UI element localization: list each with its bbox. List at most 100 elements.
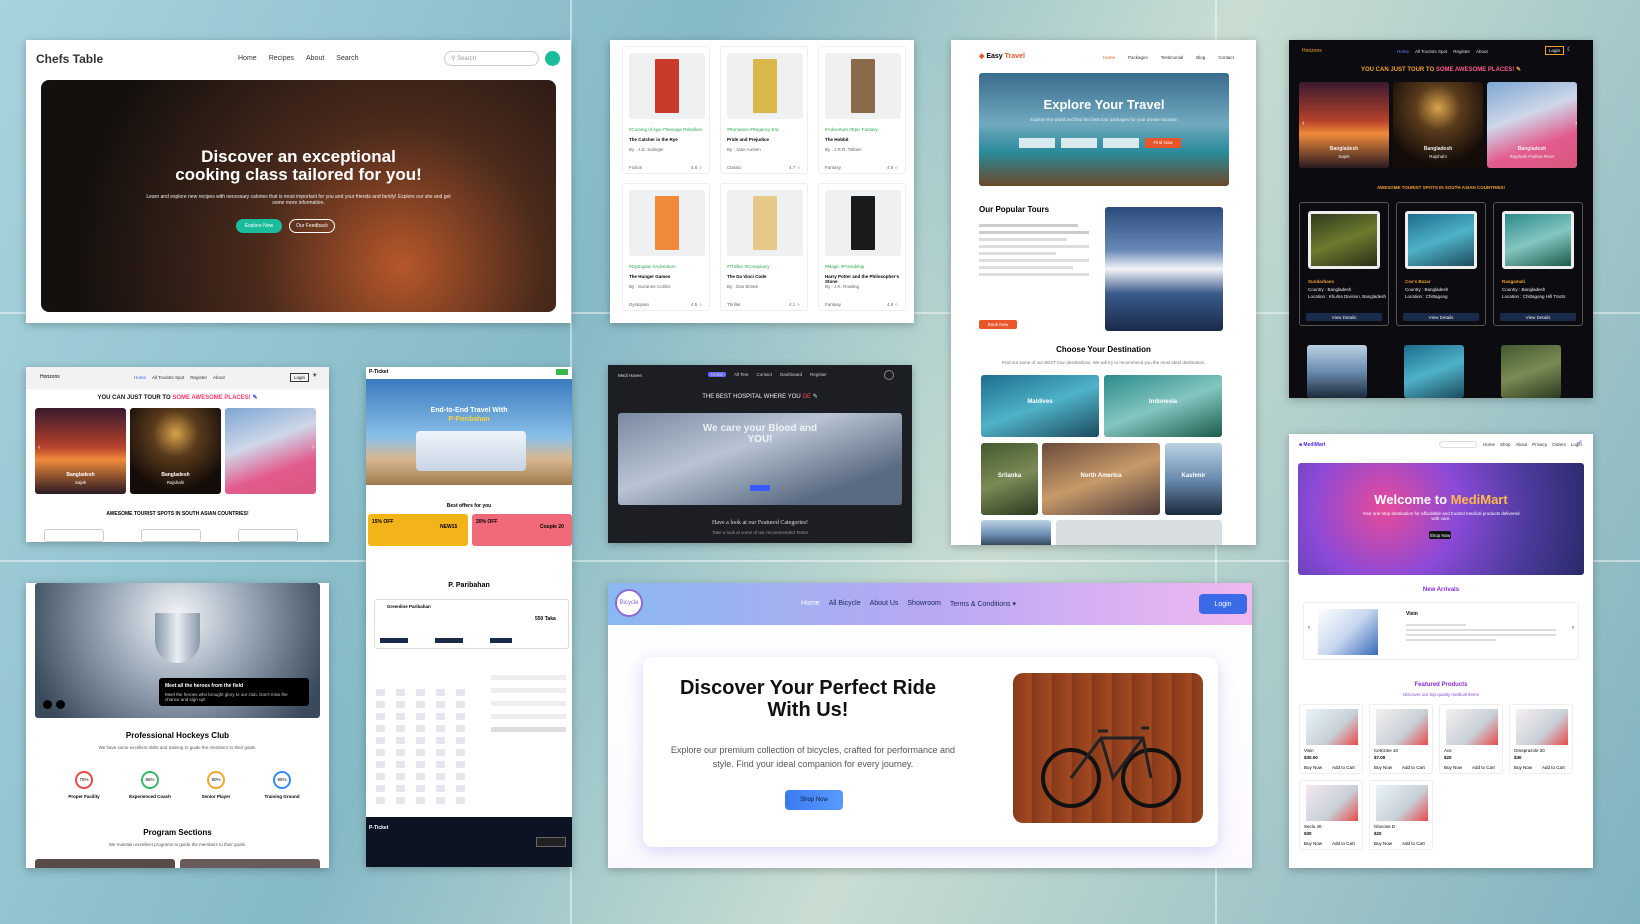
nav-orders[interactable]: Orders [1552, 442, 1566, 447]
seat[interactable] [456, 785, 465, 792]
seat[interactable] [436, 689, 445, 696]
seat[interactable] [416, 785, 425, 792]
search-field-date[interactable] [1061, 138, 1097, 148]
nav-dashboard[interactable]: Dashboard [780, 372, 802, 377]
find-now-button[interactable]: Find Now [1145, 138, 1181, 148]
offer-card-2[interactable]: 20% OFF Couple 20 [472, 514, 572, 546]
seat[interactable] [436, 785, 445, 792]
seat[interactable] [416, 761, 425, 768]
horizons-logo[interactable]: Horizons [1302, 48, 1322, 54]
book-card[interactable]: #Dystopian #Adventure The Hunger Games B… [622, 183, 710, 311]
seat[interactable] [436, 713, 445, 720]
login-button[interactable]: Login [1545, 46, 1565, 55]
nav-spots[interactable]: All Tourists Spot [1415, 49, 1447, 54]
seat[interactable] [376, 797, 385, 804]
seat[interactable] [456, 713, 465, 720]
view-details-button[interactable]: View Details [1403, 313, 1479, 321]
seat[interactable] [396, 725, 405, 732]
seat[interactable] [396, 713, 405, 720]
seat[interactable] [376, 749, 385, 756]
buy-now-button[interactable]: Buy Now [1374, 765, 1392, 770]
nav-home[interactable]: Home [1483, 442, 1495, 447]
spot-card[interactable] [141, 529, 201, 542]
nav-contact[interactable]: Contact [756, 372, 772, 377]
offer-card-1[interactable]: 15% OFF NEW15 [368, 514, 468, 546]
seat[interactable] [416, 749, 425, 756]
arrival-card[interactable]: Visin ‹ › [1303, 602, 1579, 660]
nav-search[interactable]: Search [336, 55, 358, 62]
our-feedback-button[interactable]: Our Feedback [289, 219, 335, 233]
book-card[interactable]: #Adventure #Epic Fantasy The Hobbit By :… [818, 46, 906, 174]
seat[interactable] [456, 761, 465, 768]
buy-now-button[interactable]: Buy Now [1304, 765, 1322, 770]
dest-kashmir[interactable]: Kashmir [1165, 443, 1222, 515]
nav-home[interactable]: Home [1397, 49, 1409, 54]
nav-about[interactable]: About [1516, 442, 1528, 447]
seat[interactable] [436, 749, 445, 756]
chefs-logo[interactable]: Chefs Table [36, 52, 103, 66]
next-icon[interactable]: › [1572, 625, 1574, 631]
dest-maldives[interactable]: Maldives [981, 375, 1099, 437]
seat[interactable] [456, 797, 465, 804]
product-card[interactable]: Glucose D $20 Buy Now Add to Cart [1369, 780, 1433, 850]
seat[interactable] [416, 725, 425, 732]
seat[interactable] [416, 737, 425, 744]
moon-icon[interactable]: ☾ [1567, 46, 1572, 53]
add-to-cart-button[interactable]: Add to Cart [1402, 765, 1425, 770]
nav-register[interactable]: Register [1453, 49, 1470, 54]
book-card[interactable]: #Magic #Friendship Harry Potter and the … [818, 183, 906, 311]
seat[interactable] [416, 701, 425, 708]
nav-about[interactable]: About [306, 55, 324, 62]
seat[interactable] [456, 701, 465, 708]
book-now-button[interactable]: Book Now [979, 320, 1017, 329]
nav-terms[interactable]: Terms & Conditions ▾ [950, 600, 1016, 608]
nav-packages[interactable]: Packages [1128, 55, 1148, 60]
bicycle-logo[interactable]: Bicycle [615, 589, 643, 617]
slider-prev-icon[interactable]: ‹ [38, 444, 40, 451]
google-play-button[interactable] [536, 837, 566, 847]
seat[interactable] [376, 785, 385, 792]
search-field-destination[interactable] [1019, 138, 1055, 148]
seat[interactable] [396, 761, 405, 768]
nav-home[interactable]: Home [134, 375, 146, 380]
seat[interactable] [436, 773, 445, 780]
product-card[interactable]: Visin $30.00 Buy Now Add to Cart [1299, 704, 1363, 774]
nav-about[interactable]: About [1476, 49, 1488, 54]
book-card[interactable]: #Coming of Age #Teenage Rebellion The Ca… [622, 46, 710, 174]
seat[interactable] [396, 701, 405, 708]
spot-card[interactable] [238, 529, 298, 542]
nav-contact[interactable]: Contact [1218, 55, 1234, 60]
seat[interactable] [376, 773, 385, 780]
seat[interactable] [396, 749, 405, 756]
seat[interactable] [456, 749, 465, 756]
nav-home[interactable]: Home [801, 600, 820, 608]
seat[interactable] [376, 713, 385, 720]
seat[interactable] [456, 725, 465, 732]
sun-icon[interactable]: ☀ [312, 372, 317, 379]
seat[interactable] [376, 689, 385, 696]
view-details-button[interactable]: View Details [1500, 313, 1576, 321]
shop-now-button[interactable]: Shop Now [785, 790, 843, 810]
seat[interactable] [376, 761, 385, 768]
nav-home[interactable]: Home [1103, 55, 1115, 60]
book-card[interactable]: #Thriller #Conspiracy The Da Vinci Code … [720, 183, 808, 311]
slider-prev-button[interactable] [43, 700, 52, 709]
nav-recipes[interactable]: Recipes [269, 55, 294, 62]
seat[interactable] [416, 773, 425, 780]
nav-spots[interactable]: All Tourists Spot [152, 375, 184, 380]
dest-indonesia[interactable]: Indonesia [1104, 375, 1222, 437]
seat[interactable] [456, 737, 465, 744]
horizons-logo[interactable]: Horizons [40, 374, 60, 380]
seat[interactable] [396, 785, 405, 792]
add-to-cart-button[interactable]: Add to Cart [1332, 841, 1355, 846]
buy-now-button[interactable]: Buy Now [1304, 841, 1322, 846]
nav-all-bicycle[interactable]: All Bicycle [829, 600, 861, 608]
book-card[interactable]: #Romance #Regency Era Pride and Prejudic… [720, 46, 808, 174]
seat[interactable] [456, 689, 465, 696]
dest-more[interactable] [981, 520, 1051, 545]
nav-tests[interactable]: All Test [734, 372, 748, 377]
spot-card[interactable]: Rangamati Country : Bangladesh Location … [1493, 202, 1583, 326]
user-icon[interactable] [884, 370, 894, 380]
hospital-logo[interactable]: Medi Haven [618, 373, 642, 378]
nav-about[interactable]: About Us [870, 600, 899, 608]
